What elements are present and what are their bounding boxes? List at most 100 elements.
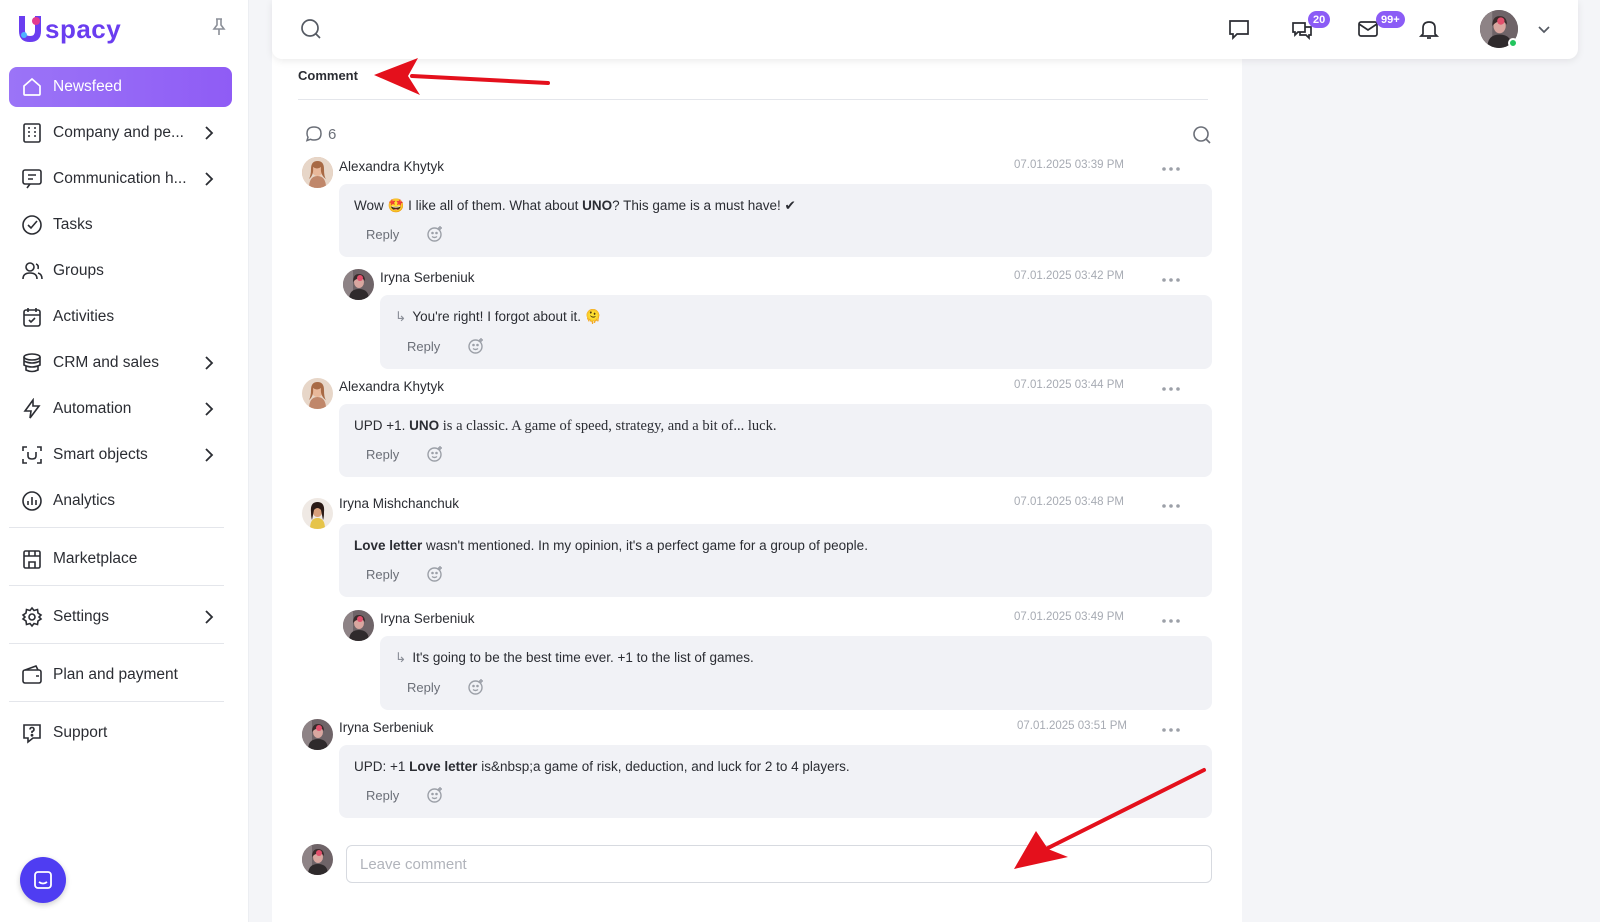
sidebar-item-label: Company and pe... — [53, 124, 184, 141]
comment-text: UPD: +1 Love letter is&nbsp;a game of ri… — [354, 759, 850, 774]
comment-author[interactable]: Iryna Mishchanchuk — [339, 496, 459, 511]
more-options-icon[interactable] — [1161, 727, 1181, 733]
comment-author[interactable]: Iryna Serbeniuk — [380, 611, 475, 626]
avatar[interactable] — [302, 157, 333, 188]
sidebar-item-newsfeed[interactable]: Newsfeed — [9, 67, 232, 107]
sidebar-item-label: Plan and payment — [53, 666, 178, 683]
app-logo[interactable]: spacy — [16, 12, 121, 46]
comment-text: Love letter wasn't mentioned. In my opin… — [354, 538, 868, 553]
reply-button[interactable]: Reply — [407, 339, 440, 354]
sidebar-item-label: Tasks — [53, 216, 93, 233]
sidebar-item-label: Analytics — [53, 492, 116, 509]
question-icon — [21, 722, 43, 744]
sidebar-item-crm[interactable]: CRM and sales — [9, 343, 232, 383]
sidebar-item-label: Newsfeed — [53, 78, 122, 95]
check-circle-icon — [21, 214, 43, 236]
add-reaction-icon[interactable] — [426, 786, 444, 804]
sidebar-item-label: Communication h... — [53, 170, 187, 187]
reply-button[interactable]: Reply — [366, 567, 399, 582]
comment-author[interactable]: Iryna Serbeniuk — [339, 720, 434, 735]
logo-text: spacy — [45, 13, 122, 44]
comment-body: UPD +1. UNO is a classic. A game of spee… — [339, 404, 1212, 477]
add-reaction-icon[interactable] — [426, 565, 444, 583]
avatar[interactable] — [302, 378, 333, 409]
add-reaction-icon[interactable] — [467, 337, 485, 355]
current-user-avatar — [302, 844, 333, 875]
add-reaction-icon[interactable] — [426, 445, 444, 463]
comments-panel: Comment 6 Alexandra Khytyk 07.01.2025 03… — [272, 0, 1242, 922]
more-options-icon[interactable] — [1161, 618, 1181, 624]
nav-divider — [9, 701, 224, 702]
nav-divider — [9, 643, 224, 644]
comment-author[interactable]: Alexandra Khytyk — [339, 159, 444, 174]
sidebar-item-plan-payment[interactable]: Plan and payment — [9, 655, 232, 695]
nav-divider — [9, 527, 224, 528]
more-options-icon[interactable] — [1161, 277, 1181, 283]
reply-button[interactable]: Reply — [366, 788, 399, 803]
comment-time: 07.01.2025 03:48 PM — [1014, 496, 1124, 508]
coins-icon — [21, 352, 43, 374]
sidebar-item-groups[interactable]: Groups — [9, 251, 232, 291]
sidebar-item-activities[interactable]: Activities — [9, 297, 232, 337]
comment-author[interactable]: Iryna Serbeniuk — [380, 270, 475, 285]
reply-button[interactable]: Reply — [407, 680, 440, 695]
more-options-icon[interactable] — [1161, 503, 1181, 509]
sidebar-item-label: Activities — [53, 308, 115, 325]
sidebar-item-label: Marketplace — [53, 550, 138, 567]
chat-icon[interactable] — [1227, 17, 1251, 41]
chevron-right-icon — [205, 172, 214, 186]
comment-body: Wow 🤩 I like all of them. What about UNO… — [339, 184, 1212, 257]
avatar[interactable] — [343, 610, 374, 641]
avatar[interactable] — [302, 498, 333, 529]
add-reaction-icon[interactable] — [426, 225, 444, 243]
reply-button[interactable]: Reply — [366, 447, 399, 462]
chevron-right-icon — [205, 610, 214, 624]
sidebar-item-settings[interactable]: Settings — [9, 597, 232, 637]
sidebar-item-marketplace[interactable]: Marketplace — [9, 539, 232, 579]
users-icon — [21, 260, 43, 282]
search-icon[interactable] — [300, 18, 322, 40]
sidebar-item-label: Support — [53, 724, 108, 741]
pin-icon[interactable] — [210, 17, 228, 37]
comment-text: UPD +1. UNO is a classic. A game of spee… — [354, 418, 777, 434]
avatar[interactable] — [343, 269, 374, 300]
wallet-icon — [21, 664, 43, 686]
sidebar-item-label: CRM and sales — [53, 354, 159, 371]
reply-button[interactable]: Reply — [366, 227, 399, 242]
search-comments-icon[interactable] — [1192, 125, 1212, 145]
bell-icon[interactable] — [1417, 17, 1441, 41]
chevron-right-icon — [205, 126, 214, 140]
chevron-down-icon[interactable] — [1537, 22, 1551, 36]
sidebar-item-label: Settings — [53, 608, 110, 625]
sidebar-item-automation[interactable]: Automation — [9, 389, 232, 429]
reply-arrow-icon: ↳ — [395, 650, 407, 665]
more-options-icon[interactable] — [1161, 166, 1181, 172]
sidebar-item-company[interactable]: Company and pe... — [9, 113, 232, 153]
avatar[interactable] — [302, 719, 333, 750]
sidebar: spacy Newsfeed Company and pe... Communi… — [0, 0, 249, 922]
comment-author[interactable]: Alexandra Khytyk — [339, 379, 444, 394]
sidebar-item-communication[interactable]: Communication h... — [9, 159, 232, 199]
leave-comment-input[interactable] — [346, 845, 1212, 883]
comment-time: 07.01.2025 03:51 PM — [1017, 720, 1127, 732]
sidebar-item-analytics[interactable]: Analytics — [9, 481, 232, 521]
add-reaction-icon[interactable] — [467, 678, 485, 696]
comment-text: Wow 🤩 I like all of them. What about UNO… — [354, 198, 796, 213]
sidebar-item-smart-objects[interactable]: Smart objects — [9, 435, 232, 475]
chevron-right-icon — [205, 448, 214, 462]
top-bar: 20 99+ — [272, 0, 1578, 59]
sidebar-nav: Newsfeed Company and pe... Communication… — [9, 67, 232, 759]
more-options-icon[interactable] — [1161, 386, 1181, 392]
logo-mark-icon — [19, 16, 41, 42]
home-icon — [21, 76, 43, 98]
support-chat-button[interactable] — [20, 857, 66, 903]
comment-icon — [305, 126, 322, 142]
gear-icon — [21, 606, 43, 628]
nav-divider — [9, 585, 224, 586]
comment-text: ↳ You're right! I forgot about it. 🫠 — [395, 309, 602, 324]
sidebar-item-label: Groups — [53, 262, 104, 279]
online-status-dot — [1508, 38, 1518, 48]
sidebar-item-tasks[interactable]: Tasks — [9, 205, 232, 245]
calendar-icon — [21, 306, 43, 328]
sidebar-item-support[interactable]: Support — [9, 713, 232, 753]
